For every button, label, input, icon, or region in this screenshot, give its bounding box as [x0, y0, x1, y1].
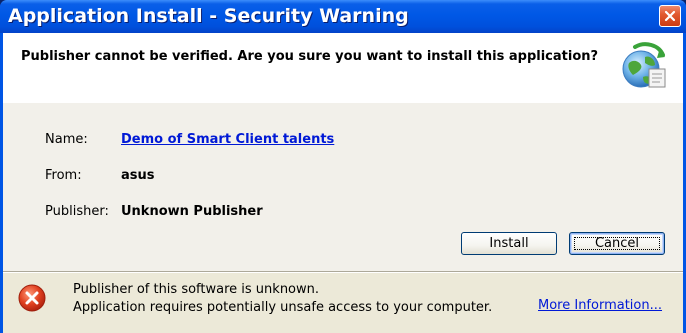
dialog-header: Publisher cannot be verified. Are you su…: [3, 33, 683, 103]
error-x-icon: [18, 284, 46, 312]
install-button[interactable]: Install: [461, 232, 557, 255]
security-warning-window: Application Install - Security Warning P…: [0, 0, 686, 333]
from-label: From:: [45, 168, 82, 183]
footer-separator: [3, 271, 683, 273]
publisher-label: Publisher:: [45, 204, 109, 219]
name-label: Name:: [45, 132, 88, 147]
publisher-value: Unknown Publisher: [121, 204, 263, 219]
name-value-link[interactable]: Demo of Smart Client talents: [121, 132, 334, 147]
more-information-link[interactable]: More Information...: [538, 298, 662, 313]
focus-rectangle: [574, 237, 660, 250]
cancel-button[interactable]: Cancel: [569, 232, 665, 255]
dialog-client-area: Publisher cannot be verified. Are you su…: [3, 33, 683, 333]
from-value: asus: [121, 168, 155, 183]
footer-warning-line1: Publisher of this software is unknown.: [73, 282, 320, 297]
install-globe-icon: [622, 42, 666, 88]
close-button[interactable]: [659, 5, 681, 27]
header-question: Publisher cannot be verified. Are you su…: [21, 49, 599, 64]
title-bar[interactable]: Application Install - Security Warning: [0, 0, 686, 33]
window-title: Application Install - Security Warning: [8, 5, 409, 27]
close-icon: [664, 10, 676, 22]
footer-warning-line2: Application requires potentially unsafe …: [73, 300, 493, 315]
